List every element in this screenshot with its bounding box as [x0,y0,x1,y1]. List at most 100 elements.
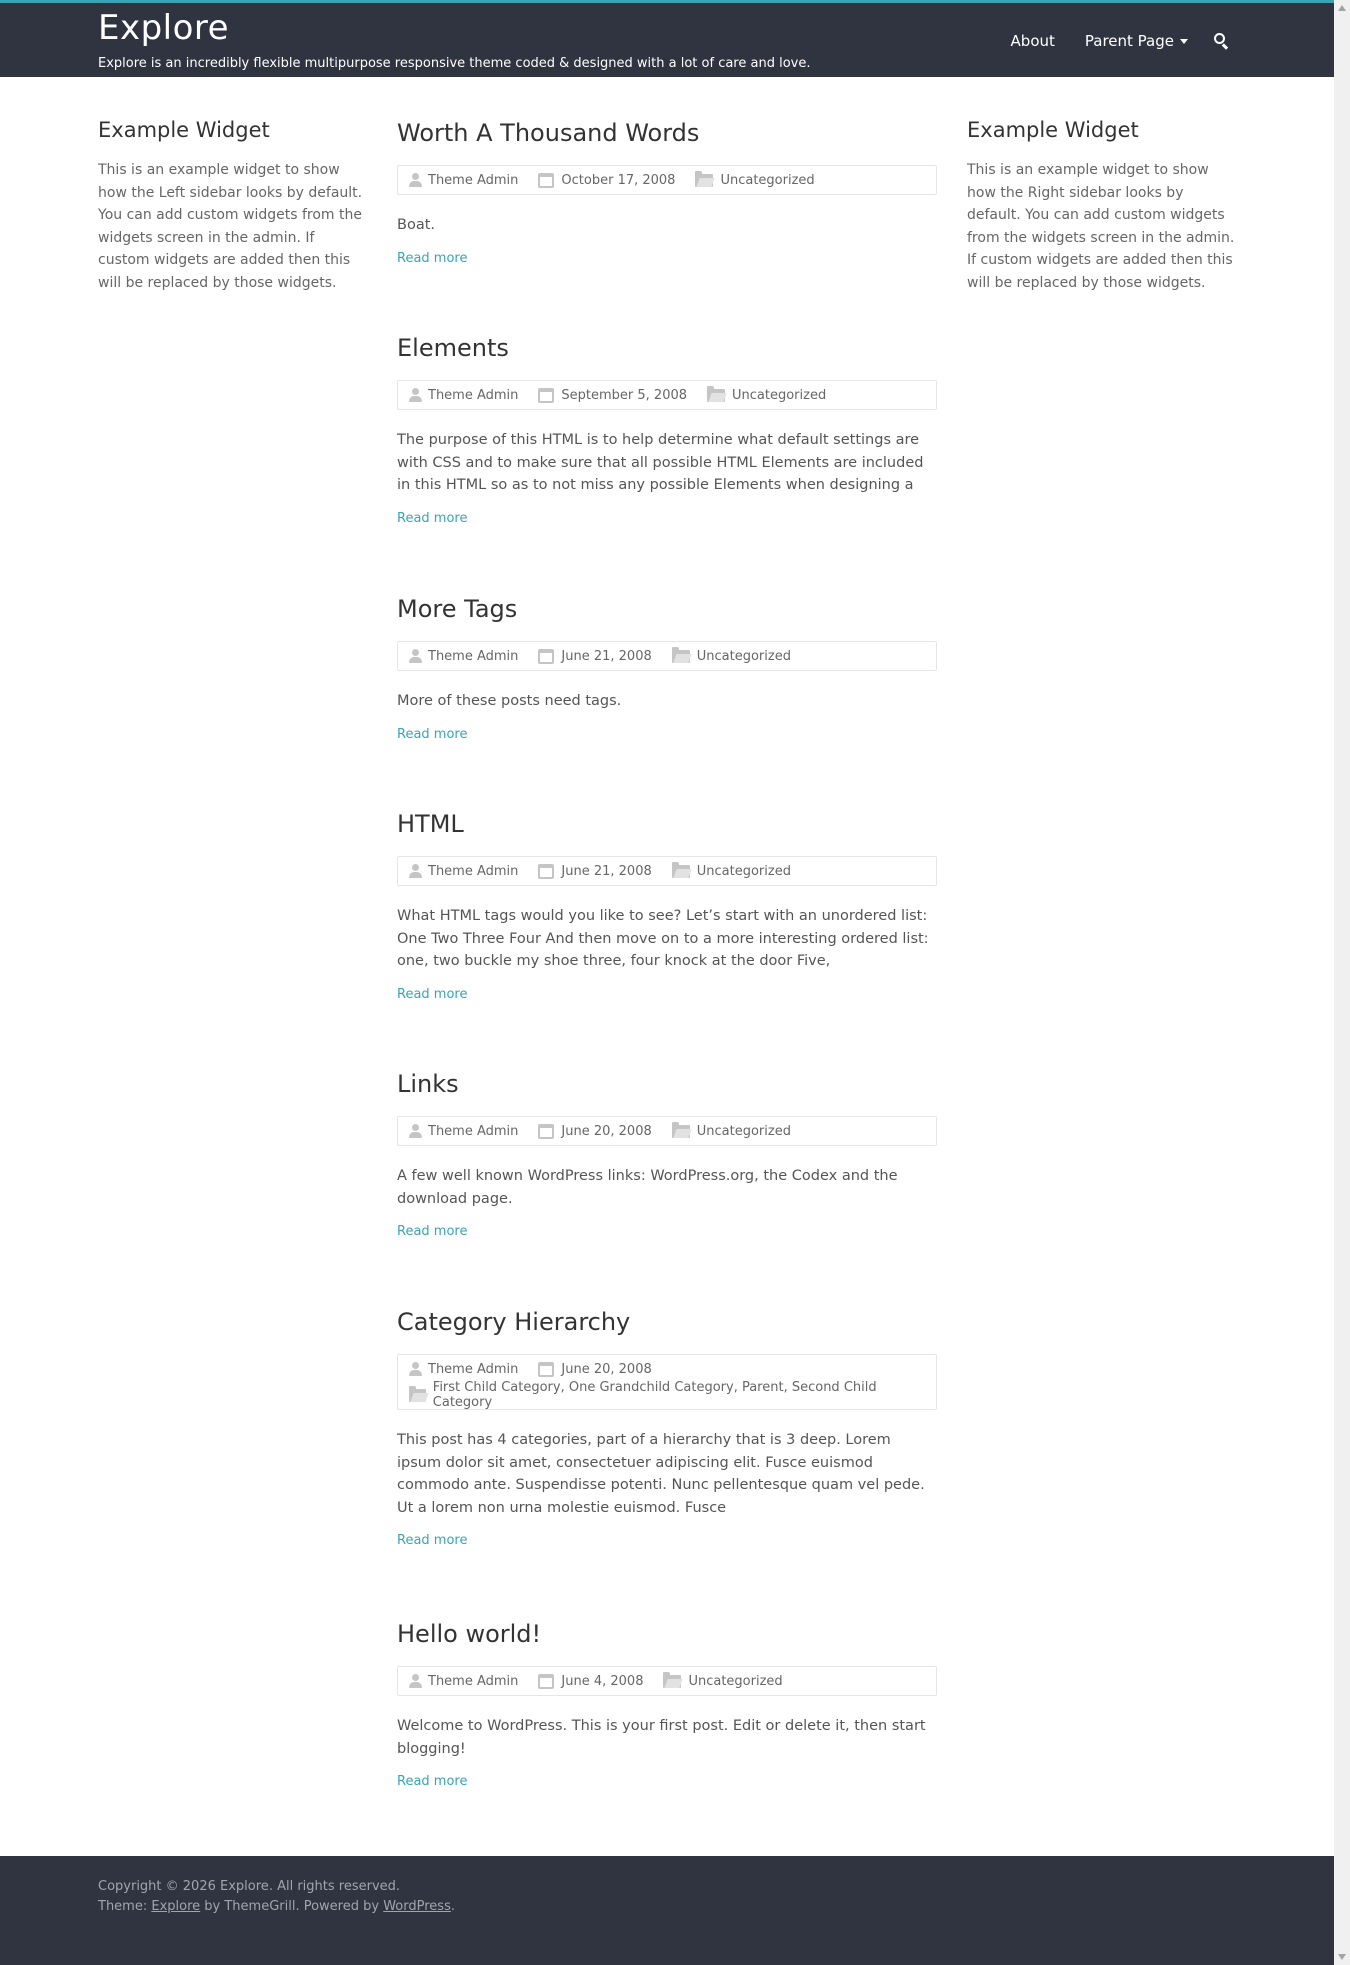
post-meta: Theme Admin June 21, 2008 Uncategorized [397,856,937,886]
folder-icon [671,861,690,878]
footer-wordpress-link[interactable]: WordPress [383,1899,451,1914]
post-excerpt: A few well known WordPress links: WordPr… [397,1168,898,1207]
post-author[interactable]: Theme Admin [409,1122,518,1140]
post-date[interactable]: June 21, 2008 [538,862,652,880]
site-title[interactable]: Explore [98,8,229,48]
nav-item-about[interactable]: About [1011,32,1055,50]
post-title[interactable]: Links [397,1069,937,1099]
post-categories-label: First Child Category, One Grandchild Cat… [432,1380,877,1410]
calendar-icon [538,1361,555,1377]
folder-icon [695,170,714,187]
post-categories[interactable]: Uncategorized [707,385,827,404]
post: Links Theme Admin June 20, 2008 Uncatego… [397,1069,937,1239]
post-date[interactable]: June 21, 2008 [538,647,652,665]
post-author[interactable]: Theme Admin [409,386,518,404]
calendar-icon [538,1673,555,1689]
read-more-link[interactable]: Read more [397,1224,467,1239]
search-icon[interactable] [1214,33,1230,50]
read-more-link[interactable]: Read more [397,251,467,266]
post-title[interactable]: More Tags [397,594,937,624]
post-excerpt: The purpose of this HTML is to help dete… [397,432,924,493]
post-meta: Theme Admin June 20, 2008 Uncategorized [397,1116,937,1146]
widget-text: This is an example widget to show how th… [967,162,1235,291]
widget-text: This is an example widget to show how th… [98,162,363,291]
post-categories-label: Uncategorized [720,172,815,188]
theme-suffix: . [450,1899,455,1914]
post: Hello world! Theme Admin June 4, 2008 Un… [397,1619,937,1789]
user-icon [409,648,422,664]
vertical-scrollbar[interactable] [1334,0,1350,1965]
post-excerpt: What HTML tags would you like to see? Le… [397,908,929,969]
read-more-link[interactable]: Read more [397,1774,467,1789]
post-meta: Theme Admin September 5, 2008 Uncategori… [397,380,937,410]
post: More Tags Theme Admin June 21, 2008 Unca… [397,594,937,742]
post-categories[interactable]: Uncategorized [671,861,791,880]
post-author[interactable]: Theme Admin [409,862,518,880]
user-icon [409,172,422,188]
read-more-link[interactable]: Read more [397,511,467,526]
read-more-link[interactable]: Read more [397,1533,467,1548]
post-title[interactable]: Hello world! [397,1619,937,1649]
post-date[interactable]: October 17, 2008 [538,171,675,189]
user-icon [409,863,422,879]
post-date[interactable]: June 4, 2008 [538,1672,643,1690]
post-categories-label: Uncategorized [688,1673,783,1689]
folder-icon [409,1385,426,1402]
calendar-icon [538,863,555,879]
post-categories[interactable]: Uncategorized [695,170,815,189]
post-author[interactable]: Theme Admin [409,647,518,665]
site-description: Explore is an incredibly flexible multip… [98,56,811,71]
scroll-down-arrow-icon[interactable] [1338,1954,1346,1960]
post-date-label: June 20, 2008 [561,1123,652,1139]
scroll-up-arrow-icon[interactable] [1338,5,1346,11]
post-meta: Theme Admin June 20, 2008 First Child Ca… [397,1354,937,1410]
post: Worth A Thousand Words Theme Admin Octob… [397,118,937,266]
post-author[interactable]: Theme Admin [409,1672,518,1690]
calendar-icon [538,172,555,188]
post-categories-label: Uncategorized [696,1123,791,1139]
main-navigation: About Parent Page [981,32,1230,50]
post-author-label: Theme Admin [428,1123,519,1139]
user-icon [409,387,422,403]
user-icon [409,1361,422,1377]
post-author-label: Theme Admin [428,387,519,403]
post-date-label: September 5, 2008 [561,387,688,403]
post-categories-label: Uncategorized [732,387,827,403]
post-excerpt: Welcome to WordPress. This is your first… [397,1718,926,1757]
post-date-label: June 21, 2008 [561,648,652,664]
post-title[interactable]: Worth A Thousand Words [397,118,937,148]
copyright-suffix: . All rights reserved. [268,1879,401,1894]
post-author-label: Theme Admin [428,1361,519,1377]
post-title[interactable]: HTML [397,809,937,839]
theme-credit-line: Theme: Explore by ThemeGrill. Powered by… [98,1899,455,1914]
post-categories-label: Uncategorized [696,648,791,664]
right-sidebar: Example Widget This is an example widget… [967,118,1239,294]
post-author[interactable]: Theme Admin [409,171,518,189]
post-date[interactable]: June 20, 2008 [538,1122,652,1140]
copyright-prefix: Copyright © 2026 [98,1879,221,1894]
read-more-link[interactable]: Read more [397,727,467,742]
post-categories[interactable]: First Child Category, One Grandchild Cat… [409,1380,906,1410]
post: Category Hierarchy Theme Admin June 20, … [397,1307,937,1548]
site-footer: Copyright © 2026 Explore. All rights res… [0,1856,1334,1965]
post-date[interactable]: June 20, 2008 [538,1360,652,1378]
footer-theme-link[interactable]: Explore [151,1899,200,1914]
post-categories[interactable]: Uncategorized [671,1121,791,1140]
post-categories[interactable]: Uncategorized [663,1671,783,1690]
post-author-label: Theme Admin [428,172,519,188]
post-author-label: Theme Admin [428,1673,519,1689]
post-title[interactable]: Category Hierarchy [397,1307,937,1337]
post-categories[interactable]: Uncategorized [671,646,791,665]
footer-site-link[interactable]: Explore [220,1879,269,1894]
user-icon [409,1673,422,1689]
nav-item-parent-page[interactable]: Parent Page [1085,32,1188,50]
widget-title: Example Widget [967,118,1139,142]
read-more-link[interactable]: Read more [397,987,467,1002]
folder-icon [671,646,690,663]
post-meta: Theme Admin June 21, 2008 Uncategorized [397,641,937,671]
widget-title: Example Widget [98,118,270,142]
post-date[interactable]: September 5, 2008 [538,386,687,404]
post: HTML Theme Admin June 21, 2008 Uncategor… [397,809,937,1002]
post-title[interactable]: Elements [397,333,937,363]
post-author[interactable]: Theme Admin [409,1360,518,1378]
